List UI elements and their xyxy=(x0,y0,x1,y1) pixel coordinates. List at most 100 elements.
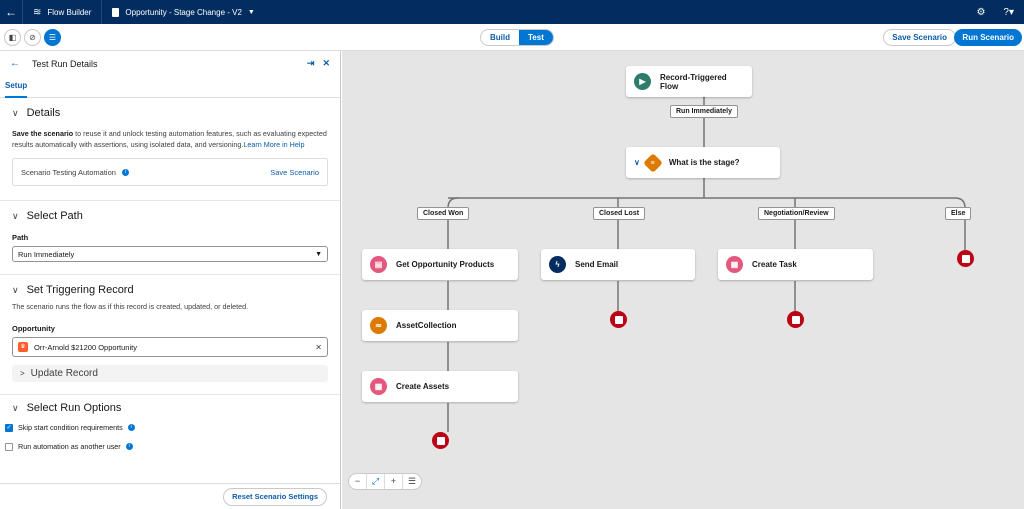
opportunity-lookup[interactable]: ♛ Orr-Arnold $21200 Opportunity ✕ xyxy=(12,337,328,357)
tab-setup[interactable]: Setup xyxy=(5,76,28,98)
asset-collection-node[interactable]: ≂ AssetCollection xyxy=(362,310,518,341)
details-section: ∨ Details Save the scenario to reuse it … xyxy=(0,98,340,201)
end-icon[interactable] xyxy=(957,250,974,267)
run-options-section: ∨ Select Run Options ✓ Skip start condit… xyxy=(0,395,340,453)
zoom-in-icon[interactable]: + xyxy=(385,474,403,489)
start-node-label: Record-Triggered Flow xyxy=(660,72,727,91)
path-value: Run Immediately xyxy=(18,249,75,259)
panel-title: Test Run Details xyxy=(32,58,98,69)
save-scenario-link[interactable]: Save Scenario xyxy=(270,168,319,177)
opportunity-label: Opportunity xyxy=(12,324,55,333)
chevron-right-icon: > xyxy=(20,369,25,378)
end-icon[interactable] xyxy=(432,432,449,449)
branch-negotiation-review[interactable]: Negotiation/Review xyxy=(758,207,835,220)
auto-layout-icon[interactable]: ☰ xyxy=(403,474,421,489)
branch-else[interactable]: Else xyxy=(945,207,972,220)
flow-builder-icon: ≋ xyxy=(33,6,42,18)
app-title: ≋ Flow Builder xyxy=(23,7,101,18)
triggering-record-heading: Set Triggering Record xyxy=(26,284,134,296)
details-header[interactable]: ∨ Details xyxy=(12,98,328,128)
caret-down-icon[interactable]: ▼ xyxy=(248,9,255,16)
run-options-header[interactable]: ∨ Select Run Options xyxy=(12,395,328,421)
card-label: Scenario Testing Automation xyxy=(21,167,116,177)
asset-collection-label: AssetCollection xyxy=(396,321,457,330)
checkbox-unchecked[interactable] xyxy=(5,442,13,451)
info-icon[interactable]: i xyxy=(121,168,129,176)
errors-icon[interactable]: ⊘ xyxy=(24,29,41,46)
get-records-icon: ▤ xyxy=(370,256,387,273)
info-icon[interactable]: i xyxy=(125,443,133,450)
create-records-icon: ▦ xyxy=(370,378,387,395)
run-immediately-label: Run Immediately xyxy=(670,105,739,118)
get-opportunity-products-node[interactable]: ▤ Get Opportunity Products xyxy=(362,249,518,280)
path-label: Path xyxy=(12,233,29,242)
build-mode-button[interactable]: Build xyxy=(481,30,519,45)
panel-header: ← Test Run Details ⇥ ✕ xyxy=(0,51,340,76)
collapse-panel-icon[interactable]: ⇥ xyxy=(307,58,315,69)
branch-closed-lost[interactable]: Closed Lost xyxy=(593,207,646,220)
skip-start-condition-option[interactable]: ✓ Skip start condition requirements i xyxy=(5,421,328,434)
connector xyxy=(448,197,966,209)
details-heading: Details xyxy=(26,107,61,119)
run-as-user-label: Run automation as another user xyxy=(18,442,121,451)
decision-icon: ≡ xyxy=(642,152,663,173)
toggle-panel-icon[interactable]: ◧ xyxy=(4,29,21,46)
document-icon xyxy=(112,7,120,17)
details-description: Save the scenario to reuse it and unlock… xyxy=(12,128,328,150)
send-email-node[interactable]: ϟ Send Email xyxy=(541,249,695,280)
assignment-icon: ≂ xyxy=(370,317,387,334)
info-icon[interactable]: i xyxy=(127,424,135,431)
play-icon: ▶ xyxy=(634,73,651,90)
end-icon[interactable] xyxy=(610,311,627,328)
save-scenario-button[interactable]: Save Scenario xyxy=(883,29,956,46)
flow-title-menu[interactable]: Opportunity - Stage Change - V2 ▼ xyxy=(102,7,255,17)
start-node[interactable]: ▶ Record-Triggered Flow xyxy=(626,66,752,97)
chevron-down-icon[interactable]: ∨ xyxy=(634,158,640,167)
chevron-down-icon: ∨ xyxy=(12,284,19,295)
create-assets-node[interactable]: ▦ Create Assets xyxy=(362,371,518,402)
create-task-label: Create Task xyxy=(752,260,797,269)
get-products-label: Get Opportunity Products xyxy=(396,260,495,269)
desc-bold: Save the scenario xyxy=(12,129,74,138)
decision-node-label: What is the stage? xyxy=(668,158,740,167)
scenario-testing-card: Scenario Testing Automation i Save Scena… xyxy=(12,158,328,186)
mode-toggle: Build Test xyxy=(480,29,554,46)
select-path-heading: Select Path xyxy=(26,210,83,222)
send-email-label: Send Email xyxy=(575,260,619,269)
decision-node[interactable]: ∨ ≡ What is the stage? xyxy=(626,147,780,178)
caret-down-icon: ▼ xyxy=(315,250,322,258)
update-record-section[interactable]: > Update Record xyxy=(12,365,328,382)
flow-canvas[interactable]: ▶ Record-Triggered Flow Run Immediately … xyxy=(342,51,1024,509)
end-icon[interactable] xyxy=(787,311,804,328)
test-mode-button[interactable]: Test xyxy=(519,30,553,45)
close-icon[interactable]: ✕ xyxy=(322,58,330,69)
select-path-header[interactable]: ∨ Select Path xyxy=(12,201,328,231)
clear-icon[interactable]: ✕ xyxy=(315,343,322,352)
test-details-icon[interactable]: ☰ xyxy=(44,29,61,46)
create-task-node[interactable]: ▦ Create Task xyxy=(718,249,873,280)
top-nav-bar: ← ≋ Flow Builder Opportunity - Stage Cha… xyxy=(0,0,1024,24)
toolbar: ◧ ⊘ ☰ Build Test Save Scenario Run Scena… xyxy=(0,24,1024,51)
checkbox-checked[interactable]: ✓ xyxy=(5,423,13,432)
trigger-description: The scenario runs the flow as if this re… xyxy=(12,302,249,311)
back-arrow-icon[interactable]: ← xyxy=(10,58,20,69)
reset-scenario-settings-button[interactable]: Reset Scenario Settings xyxy=(223,488,327,506)
fit-view-icon[interactable]: ⤢ xyxy=(367,474,385,489)
path-select[interactable]: Run Immediately ▼ xyxy=(12,246,328,262)
select-path-section: ∨ Select Path Path Run Immediately ▼ xyxy=(0,201,340,275)
chevron-down-icon: ∨ xyxy=(12,210,19,221)
zoom-controls: − ⤢ + ☰ xyxy=(348,473,422,490)
help-icon[interactable]: ?▾ xyxy=(1003,7,1014,18)
opportunity-record: Orr-Arnold $21200 Opportunity xyxy=(34,342,137,352)
setup-gear-icon[interactable]: ⚙ xyxy=(976,7,985,18)
run-options-heading: Select Run Options xyxy=(26,402,122,414)
run-scenario-button[interactable]: Run Scenario xyxy=(954,29,1022,46)
run-as-user-option[interactable]: Run automation as another user i xyxy=(5,440,328,453)
opportunity-icon: ♛ xyxy=(18,342,28,352)
branch-closed-won[interactable]: Closed Won xyxy=(417,207,470,220)
learn-more-link[interactable]: Learn More in Help xyxy=(243,140,304,149)
triggering-record-section: ∨ Set Triggering Record The scenario run… xyxy=(0,275,340,395)
zoom-out-icon[interactable]: − xyxy=(349,474,367,489)
chevron-down-icon: ∨ xyxy=(12,402,19,413)
back-arrow-icon[interactable]: ← xyxy=(0,5,22,19)
